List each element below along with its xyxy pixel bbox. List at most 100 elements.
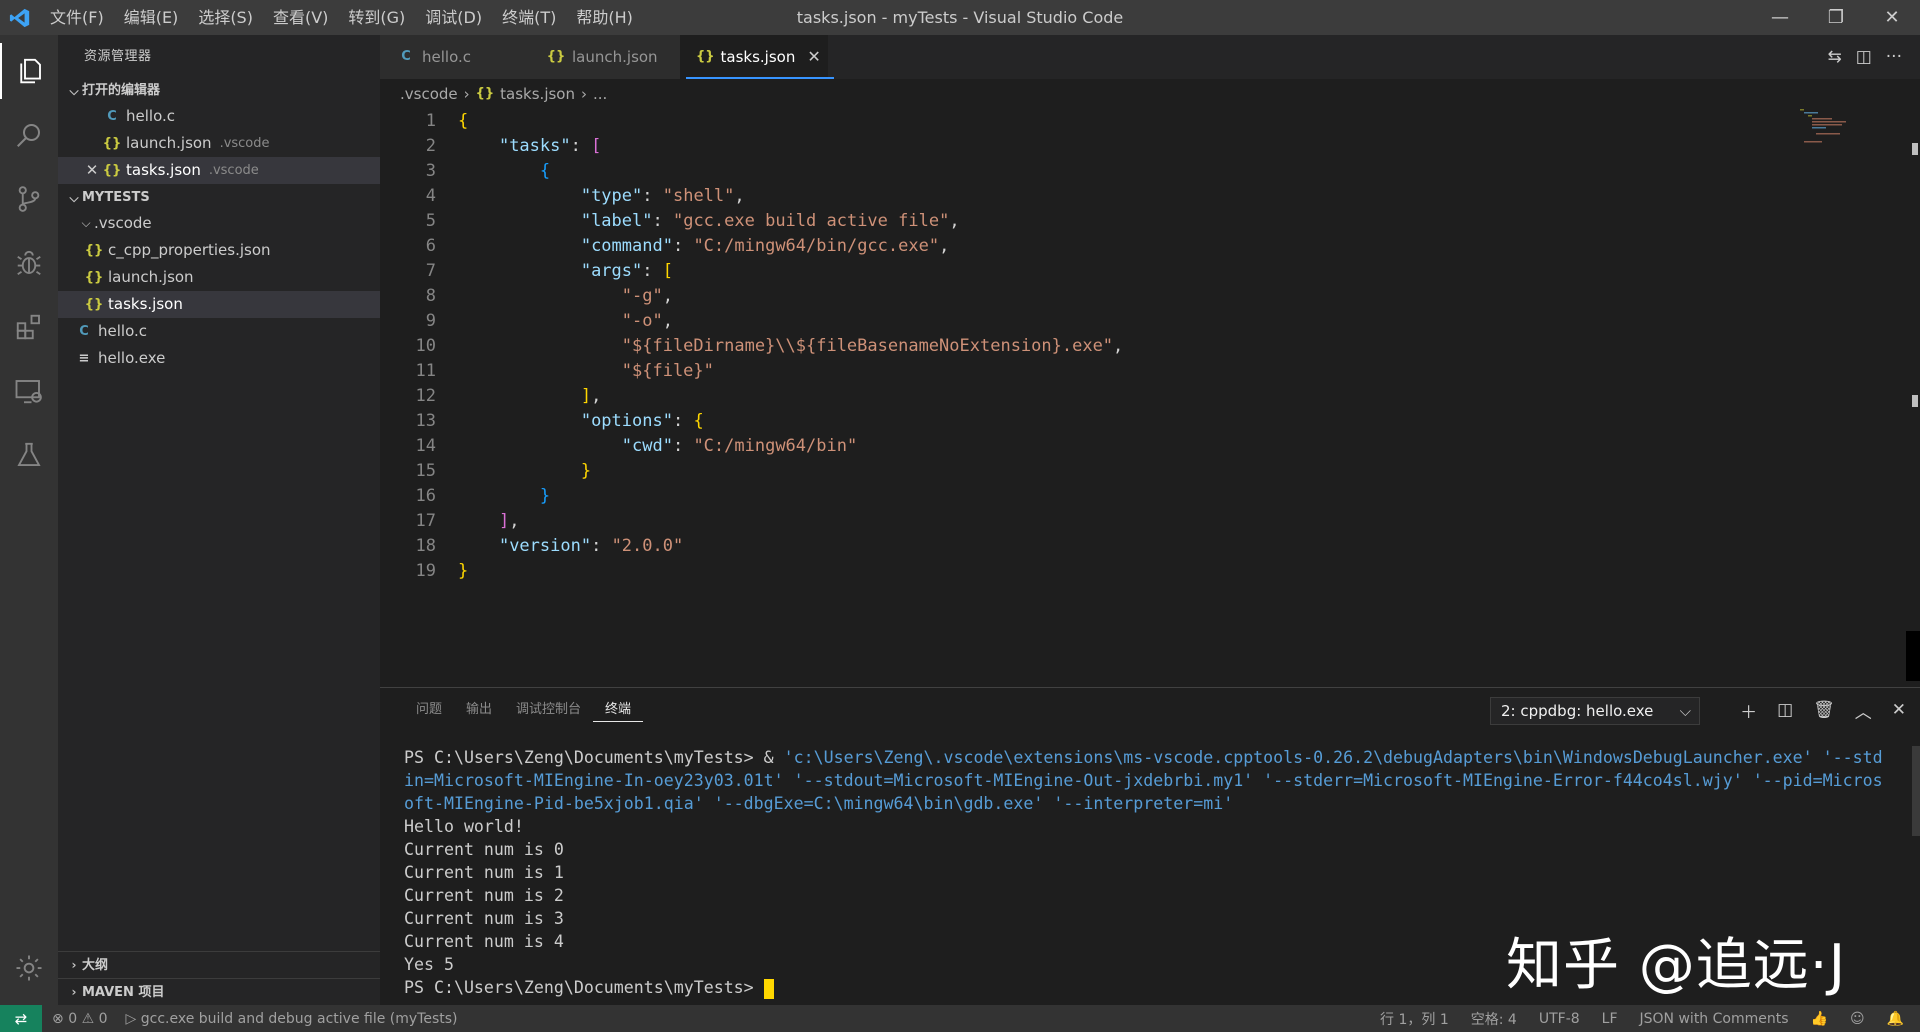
menu-go[interactable]: 转到(G) xyxy=(338,0,415,35)
json-file-icon: {} xyxy=(546,49,566,64)
code-editor[interactable]: 1{ 2 "tasks": [ 3 { 4 "type": "shell", 5… xyxy=(380,109,1920,687)
file-c-cpp-properties[interactable]: {} c_cpp_properties.json xyxy=(58,237,380,264)
menu-terminal[interactable]: 终端(T) xyxy=(492,0,566,35)
terminal-prompt: PS C:\Users\Zeng\Documents\myTests> xyxy=(404,748,764,767)
menu-selection[interactable]: 选择(S) xyxy=(188,0,263,35)
tab-launch-json[interactable]: {} launch.json xyxy=(530,35,680,79)
outline-header[interactable]: › 大纲 xyxy=(58,951,380,978)
file-label: c_cpp_properties.json xyxy=(108,241,271,259)
close-panel-icon[interactable]: ✕ xyxy=(1892,700,1906,720)
indentation[interactable]: 空格: 4 xyxy=(1471,1009,1517,1029)
breadcrumb-file[interactable]: tasks.json xyxy=(500,79,575,109)
cursor-position[interactable]: 行 1，列 1 xyxy=(1380,1009,1449,1029)
bell-icon[interactable]: 🔔 xyxy=(1887,1011,1904,1027)
status-bar: ⇄ ⊗ 0 ⚠ 0 ▷ gcc.exe build and debug acti… xyxy=(0,1005,1920,1032)
menu-file[interactable]: 文件(F) xyxy=(40,0,114,35)
close-tab-icon[interactable]: ✕ xyxy=(807,35,820,79)
minimap[interactable] xyxy=(1790,107,1860,147)
panel-tab-output[interactable]: 输出 xyxy=(454,688,504,732)
maximize-panel-icon[interactable]: ︿ xyxy=(1855,698,1872,723)
source-control-icon[interactable] xyxy=(0,171,58,227)
terminal-select[interactable]: 2: cppdbg: hello.exe ⌵ xyxy=(1490,697,1700,725)
code-line: 19} xyxy=(380,559,1920,584)
split-editor-icon[interactable]: ◫ xyxy=(1856,47,1872,67)
remote-indicator-icon[interactable]: ⇄ xyxy=(0,1005,42,1032)
close-window-icon[interactable]: ✕ xyxy=(1864,0,1920,35)
c-file-icon: C xyxy=(79,324,89,339)
terminal-output-line: Current num is 2 xyxy=(404,886,564,905)
minimize-icon[interactable]: — xyxy=(1752,0,1808,35)
code-line: 6 "command": "C:/mingw64/bin/gcc.exe", xyxy=(380,234,1920,259)
smiley-icon[interactable]: ☺ xyxy=(1850,1011,1865,1027)
terminal-command-operator: & xyxy=(763,748,784,767)
panel-tab-terminal[interactable]: 终端 xyxy=(593,698,644,722)
terminal-cursor xyxy=(763,978,774,999)
watermark-text: 知乎 @追远·J xyxy=(1506,933,1847,998)
code-line: 5 "label": "gcc.exe build active file", xyxy=(380,209,1920,234)
file-hello-exe[interactable]: ≡ hello.exe xyxy=(58,345,380,372)
menu-help[interactable]: 帮助(H) xyxy=(566,0,643,35)
json-file-icon: {} xyxy=(84,243,104,258)
file-label: tasks.json xyxy=(108,295,183,313)
json-file-icon: {} xyxy=(102,163,122,178)
folder-vscode[interactable]: ⌵ .vscode xyxy=(58,210,380,237)
terminal-scrollbar[interactable] xyxy=(1912,746,1920,836)
open-editor-tasks-json[interactable]: ✕ {} tasks.json .vscode xyxy=(58,157,380,184)
remote-explorer-icon[interactable] xyxy=(0,363,58,419)
more-actions-icon[interactable]: ··· xyxy=(1886,47,1902,67)
file-tasks-json[interactable]: {} tasks.json xyxy=(58,291,380,318)
open-editor-hello-c[interactable]: C hello.c xyxy=(58,103,380,130)
panel-tab-problems[interactable]: 问题 xyxy=(404,688,454,732)
restore-icon[interactable]: ❐ xyxy=(1808,0,1864,35)
panel-tab-debug-console[interactable]: 调试控制台 xyxy=(504,688,593,732)
tab-hello-c[interactable]: C hello.c xyxy=(380,35,530,79)
test-flask-icon[interactable] xyxy=(0,427,58,483)
json-file-icon: {} xyxy=(102,136,122,151)
open-changes-icon[interactable]: ⇆ xyxy=(1827,47,1841,67)
open-editors-label: 打开的编辑器 xyxy=(82,83,161,98)
c-file-icon: C xyxy=(107,109,117,124)
sidebar-bottom-sections: › 大纲 › MAVEN 项目 xyxy=(58,951,380,1005)
search-icon[interactable] xyxy=(0,107,58,163)
thumbs-up-icon[interactable]: 👍 xyxy=(1811,1011,1828,1027)
file-launch-json[interactable]: {} launch.json xyxy=(58,264,380,291)
debug-icon[interactable] xyxy=(0,235,58,291)
new-terminal-icon[interactable]: ＋ xyxy=(1740,698,1757,723)
editor-scrollbar[interactable] xyxy=(1906,109,1920,687)
scrollbar-slider[interactable] xyxy=(1906,631,1920,681)
workspace-header[interactable]: ⌵ MYTESTS xyxy=(58,186,380,210)
line-number: 19 xyxy=(415,561,436,581)
error-count: 0 xyxy=(68,1010,78,1027)
problems-status[interactable]: ⊗ 0 ⚠ 0 xyxy=(52,1011,108,1027)
terminal-output-line: Current num is 1 xyxy=(404,863,564,882)
open-editor-launch-json[interactable]: {} launch.json .vscode xyxy=(58,130,380,157)
trash-icon[interactable]: 🗑 xyxy=(1813,700,1835,720)
language-mode[interactable]: JSON with Comments xyxy=(1640,1011,1789,1027)
menu-edit[interactable]: 编辑(E) xyxy=(114,0,189,35)
open-editors-header[interactable]: ⌵ 打开的编辑器 xyxy=(58,79,380,103)
file-label: hello.exe xyxy=(98,349,166,367)
breadcrumb-folder[interactable]: .vscode xyxy=(400,79,458,109)
encoding[interactable]: UTF-8 xyxy=(1539,1011,1580,1027)
split-terminal-icon[interactable]: ◫ xyxy=(1777,700,1793,720)
active-tab-indicator xyxy=(686,77,834,79)
error-icon: ⊗ xyxy=(52,1010,64,1027)
file-hello-c[interactable]: C hello.c xyxy=(58,318,380,345)
maven-header[interactable]: › MAVEN 项目 xyxy=(58,978,380,1005)
explorer-icon[interactable] xyxy=(0,43,58,99)
code-line: 9 "-o", xyxy=(380,309,1920,334)
json-file-icon: {} xyxy=(84,270,104,285)
extensions-icon[interactable] xyxy=(0,299,58,355)
menu-debug[interactable]: 调试(D) xyxy=(415,0,492,35)
settings-gear-icon[interactable] xyxy=(0,940,58,996)
end-of-line[interactable]: LF xyxy=(1602,1011,1618,1027)
open-editor-label: hello.c xyxy=(126,107,175,125)
tab-tasks-json[interactable]: {} tasks.json ✕ xyxy=(680,35,828,79)
terminal-output-line: Current num is 4 xyxy=(404,932,564,951)
open-editor-hint: .vscode xyxy=(219,136,270,151)
line-number: 3 xyxy=(425,161,436,181)
close-icon[interactable]: ✕ xyxy=(82,157,102,184)
breadcrumb-symbol[interactable]: ... xyxy=(593,79,607,109)
menu-view[interactable]: 查看(V) xyxy=(263,0,338,35)
task-status[interactable]: ▷ gcc.exe build and debug active file (m… xyxy=(126,1011,458,1027)
